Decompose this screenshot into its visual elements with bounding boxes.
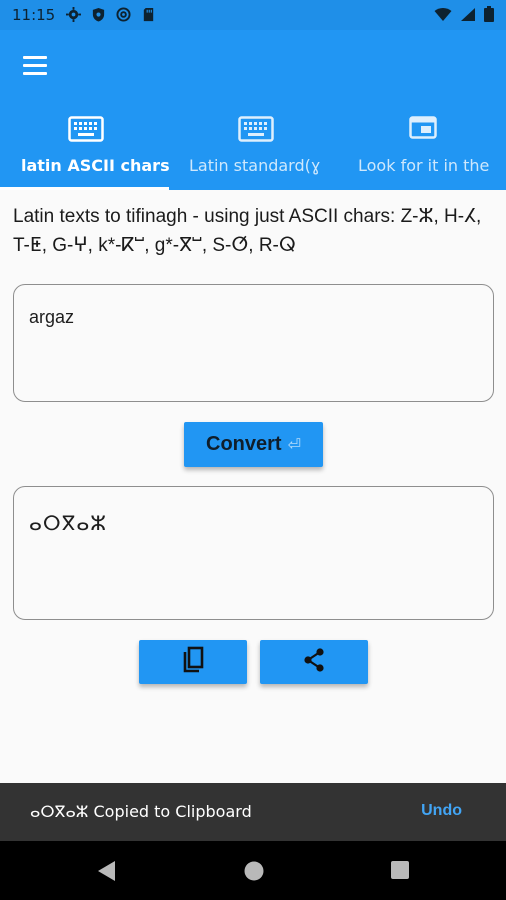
snackbar-message: ⴰⵔⴳⴰⵣ Copied to Clipboard	[30, 802, 252, 821]
tab-look-for-it[interactable]: Look for it in the	[339, 112, 506, 190]
at-icon	[116, 7, 131, 22]
copy-icon	[180, 646, 206, 678]
web-asset-icon	[409, 116, 437, 144]
status-bar: 11:15	[0, 0, 506, 30]
status-notification-icons	[66, 7, 156, 22]
share-icon	[301, 647, 327, 677]
tab-label: Latin standard(ɣ	[189, 156, 321, 175]
share-button[interactable]	[260, 640, 368, 684]
signal-icon	[460, 7, 476, 26]
home-icon[interactable]	[242, 859, 266, 883]
snackbar: ⴰⵔⴳⴰⵣ Copied to Clipboard Undo	[0, 783, 506, 841]
navigation-bar	[0, 841, 506, 900]
battery-icon	[484, 6, 494, 26]
keyboard-icon	[238, 116, 274, 146]
tab-latin-ascii[interactable]: latin ASCII chars	[0, 112, 170, 190]
undo-button[interactable]: Undo	[421, 802, 462, 820]
back-icon[interactable]	[95, 859, 119, 883]
hamburger-menu-icon-line	[23, 64, 47, 67]
status-time: 11:15	[12, 6, 56, 24]
settings-icon	[66, 7, 81, 22]
description-text: Latin texts to tifinagh - using just ASC…	[13, 206, 482, 256]
copy-button[interactable]	[139, 640, 247, 684]
tab-latin-standard[interactable]: Latin standard(ɣ	[169, 112, 339, 190]
enter-icon: ⏎	[287, 435, 301, 454]
keyboard-icon	[68, 116, 104, 146]
hamburger-menu-icon-line	[23, 72, 47, 75]
menu-button[interactable]	[14, 46, 56, 84]
output-value[interactable]: ⴰⵔⴳⴰⵣ	[29, 511, 107, 535]
convert-label: Convert	[206, 433, 282, 455]
status-system-icons	[434, 6, 494, 26]
tifinagh-output-field[interactable]: ⴰⵔⴳⴰⵣ	[13, 486, 494, 620]
tab-indicator	[0, 187, 169, 190]
wifi-icon	[434, 7, 452, 26]
tab-label: latin ASCII chars	[21, 156, 170, 175]
input-value[interactable]: argaz	[29, 307, 74, 328]
shield-icon	[91, 7, 106, 22]
latin-input-field[interactable]: argaz	[13, 284, 494, 402]
tab-label: Look for it in the	[358, 156, 490, 175]
convert-button[interactable]: Convert ⏎	[184, 422, 323, 467]
app-bar: latin ASCII chars Latin standard(ɣ Look …	[0, 30, 506, 190]
recents-icon[interactable]	[389, 859, 413, 883]
hamburger-menu-icon	[23, 56, 47, 59]
sd-card-icon	[141, 7, 156, 22]
